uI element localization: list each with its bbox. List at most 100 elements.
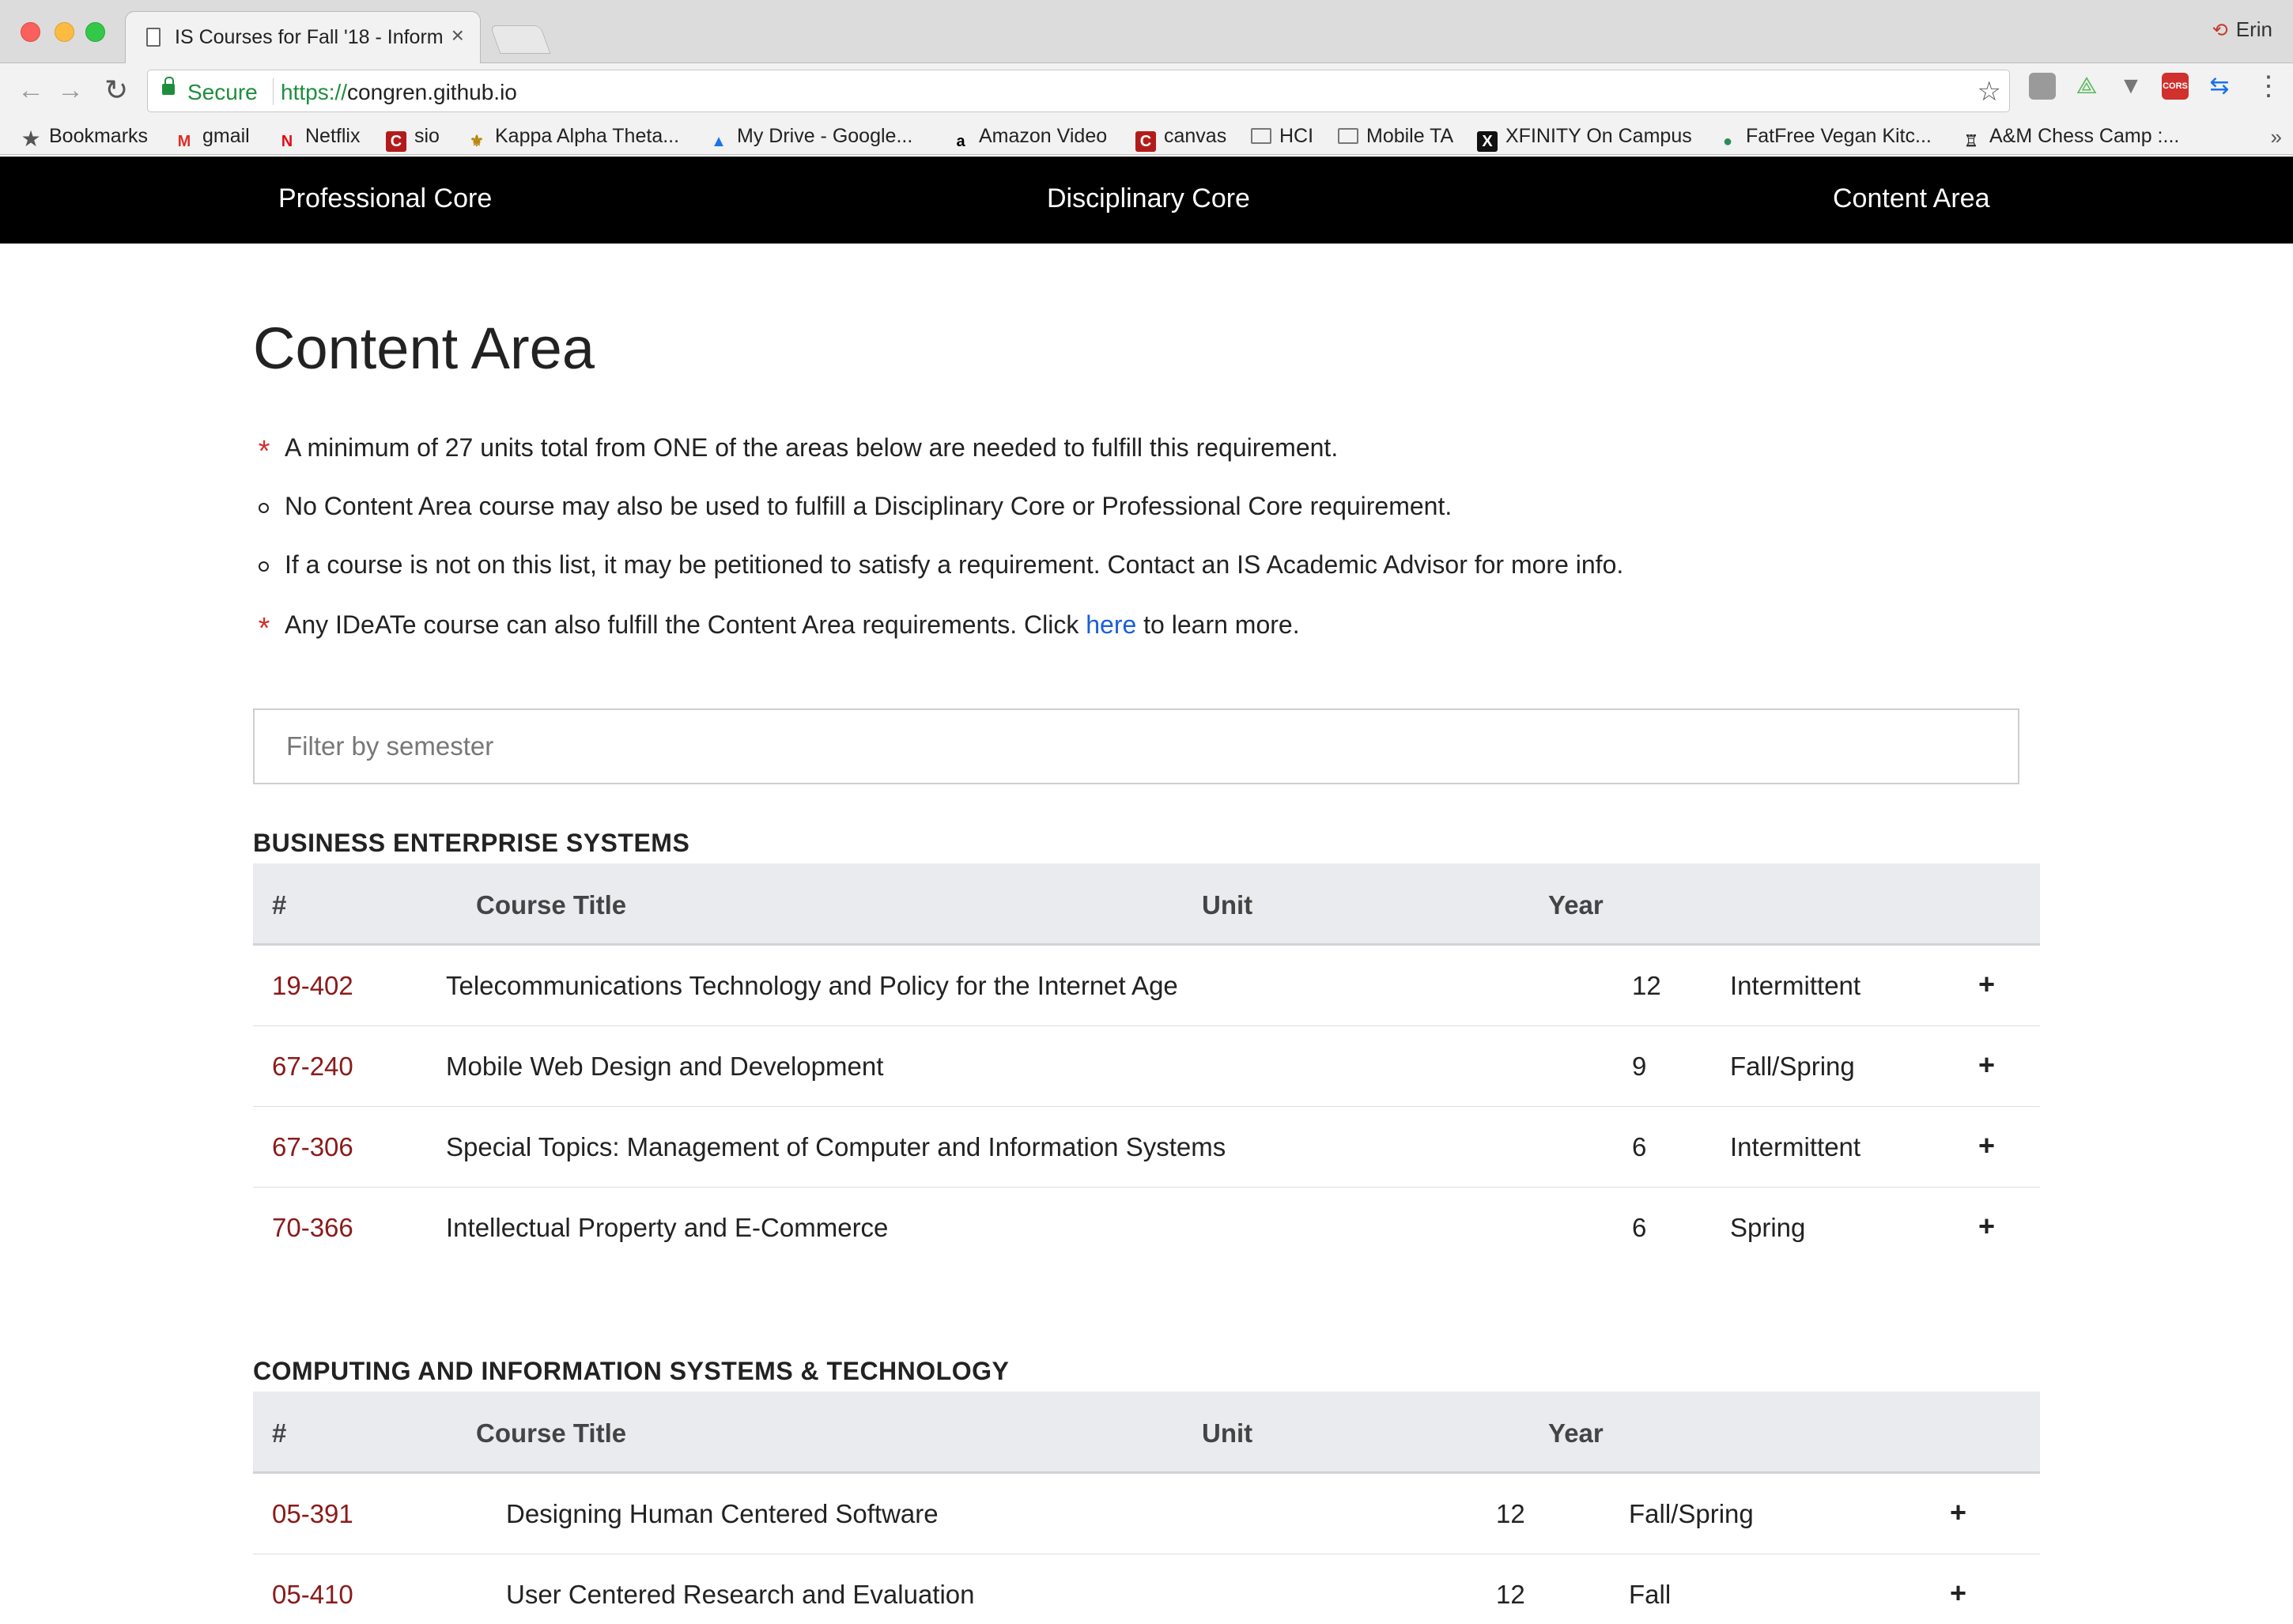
- note-text-before: Any IDeATe course can also fulfill the C…: [285, 610, 1086, 639]
- course-year: Fall/Spring: [1730, 1052, 1855, 1081]
- bookmark-canvas[interactable]: Ccanvas: [1135, 125, 1226, 152]
- course-number: 05-391: [272, 1499, 353, 1528]
- expand-plus-icon[interactable]: +: [1978, 1129, 1995, 1162]
- asterisk-icon: *: [258, 612, 270, 645]
- header-year: Year: [1548, 1418, 1604, 1448]
- course-units: 12: [1496, 1580, 1525, 1609]
- url-scheme: https://: [281, 80, 348, 104]
- bookmark-chess-camp[interactable]: ♖ A&M Chess Camp :...: [1961, 125, 2179, 152]
- course-table-computing-info-systems: # Course Title Unit Year 05-391 Designin…: [253, 1392, 2040, 1624]
- note-text: If a course is not on this list, it may …: [285, 550, 1624, 579]
- header-unit: Unit: [1202, 1418, 1253, 1448]
- expand-plus-icon[interactable]: +: [1978, 1048, 1995, 1082]
- nav-professional-core[interactable]: Professional Core: [278, 183, 492, 214]
- expand-plus-icon[interactable]: +: [1950, 1577, 1966, 1610]
- secure-label: Secure: [187, 80, 258, 104]
- xfinity-icon: X: [1477, 131, 1498, 152]
- expand-plus-icon[interactable]: +: [1978, 1210, 1995, 1243]
- table-header: # Course Title Unit Year: [253, 1392, 2040, 1474]
- bookmark-sio[interactable]: Csio: [386, 125, 440, 152]
- folder-icon: [1338, 128, 1358, 144]
- browser-tab-strip: IS Courses for Fall '18 - Information Sy…: [0, 0, 2293, 63]
- header-year: Year: [1548, 890, 1604, 920]
- kappa-icon: ⚜: [470, 133, 484, 150]
- course-title: Intellectual Property and E-Commerce: [446, 1213, 889, 1242]
- course-table-business-enterprise: # Course Title Unit Year 19-402 Telecomm…: [253, 863, 2040, 1268]
- bookmark-hci[interactable]: HCI: [1251, 125, 1313, 148]
- bookmark-label: Bookmarks: [49, 125, 149, 147]
- bookmark-star-icon[interactable]: ☆: [1978, 76, 2001, 108]
- bookmark-fatfree-vegan[interactable]: ● FatFree Vegan Kitc...: [1717, 125, 1932, 152]
- expand-plus-icon[interactable]: +: [1950, 1496, 1966, 1529]
- profile-button[interactable]: ⟲ Erin: [2212, 17, 2272, 42]
- bookmarks-bar: ★ Bookmarks Mgmail N Netflix Csio ⚜ Kappa A…: [0, 119, 2293, 155]
- address-bar[interactable]: Secure https://congren.github.io ☆: [147, 70, 2010, 112]
- url-text: https://congren.github.io: [281, 80, 517, 105]
- table-row: 19-402 Telecommunications Technology and…: [253, 946, 2040, 1026]
- extension-tree-icon[interactable]: ⟁: [2073, 73, 2100, 100]
- browser-toolbar: ← → ↻ Secure https://congren.github.io ☆: [0, 63, 2293, 119]
- header-num: #: [272, 890, 287, 920]
- extension-vue-icon[interactable]: ▼: [2117, 73, 2144, 100]
- course-units: 12: [1496, 1499, 1525, 1528]
- new-tab-button[interactable]: [489, 25, 551, 54]
- canvas-icon: C: [1135, 131, 1156, 152]
- bookmark-drive[interactable]: ▲ My Drive - Google...: [708, 125, 912, 152]
- site-nav: Professional Core Disciplinary Core Cont…: [0, 157, 2293, 244]
- bookmark-mobile-ta[interactable]: Mobile TA: [1338, 125, 1453, 148]
- note-text: A minimum of 27 units total from ONE of …: [285, 433, 1339, 462]
- nav-disciplinary-core[interactable]: Disciplinary Core: [1047, 183, 1250, 214]
- extension-arrows-icon[interactable]: ⇆: [2206, 73, 2233, 100]
- bookmark-bookmarks[interactable]: ★ Bookmarks: [21, 125, 149, 150]
- netflix-icon: N: [281, 133, 293, 150]
- bookmark-amazon[interactable]: a Amazon Video: [950, 125, 1107, 152]
- drive-icon: ▲: [711, 133, 727, 150]
- lock-icon: [162, 77, 175, 95]
- table-row: 05-410 User Centered Research and Evalua…: [253, 1554, 2040, 1624]
- browser-menu-icon[interactable]: ⋮: [2255, 71, 2282, 101]
- bookmark-label: A&M Chess Camp :...: [1989, 125, 2180, 147]
- course-year: Intermittent: [1730, 1132, 1861, 1161]
- course-year: Intermittent: [1730, 971, 1861, 1000]
- table-row: 67-240 Mobile Web Design and Development…: [253, 1026, 2040, 1107]
- course-year: Spring: [1730, 1213, 1806, 1242]
- bookmark-netflix[interactable]: N Netflix: [277, 125, 361, 152]
- filter-by-semester-input[interactable]: [253, 708, 2019, 784]
- bookmark-kappa[interactable]: ⚜ Kappa Alpha Theta...: [467, 125, 679, 152]
- vegan-icon: ●: [1722, 133, 1733, 150]
- window-maximize-button[interactable]: [85, 22, 105, 42]
- table-row: 67-306 Special Topics: Management of Com…: [253, 1107, 2040, 1188]
- extension-cors-icon[interactable]: CORS: [2162, 73, 2189, 100]
- extension-shield-icon[interactable]: [2029, 73, 2056, 100]
- bookmarks-overflow-icon[interactable]: »: [2271, 125, 2282, 149]
- bookmark-label: FatFree Vegan Kitc...: [1746, 125, 1932, 147]
- asterisk-icon: *: [258, 435, 270, 468]
- tab-close-icon[interactable]: ×: [451, 24, 464, 47]
- bookmark-xfinity[interactable]: X XFINITY On Campus: [1477, 125, 1692, 152]
- course-year: Fall/Spring: [1629, 1499, 1754, 1528]
- bookmark-gmail[interactable]: Mgmail: [174, 125, 250, 152]
- bookmark-label: My Drive - Google...: [737, 125, 913, 147]
- browser-tab-active[interactable]: IS Courses for Fall '18 - Information Sy…: [125, 11, 481, 63]
- bookmark-label: sio: [414, 125, 440, 147]
- note-text: Any IDeATe course can also fulfill the C…: [285, 610, 1300, 640]
- nav-content-area[interactable]: Content Area: [1833, 183, 1989, 214]
- chess-icon: ♖: [1964, 133, 1978, 150]
- note-text: No Content Area course may also be used …: [285, 492, 1452, 520]
- course-units: 6: [1632, 1213, 1647, 1242]
- course-number: 19-402: [272, 971, 353, 1000]
- section-title-computing-info-systems: COMPUTING AND INFORMATION SYSTEMS & TECH…: [253, 1357, 1010, 1385]
- ideate-here-link[interactable]: here: [1086, 610, 1136, 639]
- back-arrow-icon[interactable]: ←: [17, 74, 44, 106]
- window-minimize-button[interactable]: [55, 22, 74, 42]
- tab-title: IS Courses for Fall '18 - Information Sy…: [175, 26, 444, 48]
- header-course-title: Course Title: [476, 1418, 627, 1448]
- reload-icon[interactable]: ↻: [104, 74, 128, 106]
- header-course-title: Course Title: [476, 890, 627, 920]
- course-title: Mobile Web Design and Development: [446, 1052, 884, 1081]
- folder-icon: [1251, 128, 1271, 144]
- course-number: 67-306: [272, 1132, 353, 1161]
- forward-arrow-icon[interactable]: →: [57, 74, 84, 106]
- expand-plus-icon[interactable]: +: [1978, 968, 1995, 1001]
- window-close-button[interactable]: [21, 22, 40, 42]
